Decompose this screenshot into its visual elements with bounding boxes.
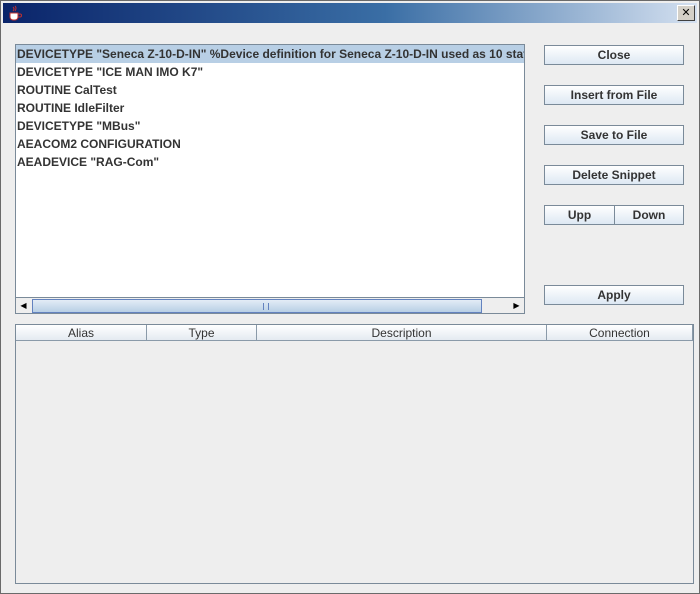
column-header-description[interactable]: Description [257,325,547,341]
move-down-button[interactable]: Down [614,205,684,225]
grip-icon [263,303,269,310]
list-item[interactable]: ROUTINE CalTest [16,81,524,99]
snippet-dialog: ✕ DEVICETYPE "Seneca Z-10-D-IN" %Device … [0,0,700,594]
snippet-list[interactable]: DEVICETYPE "Seneca Z-10-D-IN" %Device de… [15,44,525,314]
save-to-file-button[interactable]: Save to File [544,125,684,145]
list-item[interactable]: ROUTINE IdleFilter [16,99,524,117]
close-icon[interactable]: ✕ [677,5,695,21]
arrow-left-icon[interactable]: ◀ [16,298,31,313]
java-cup-icon [7,5,23,21]
arrow-right-icon[interactable]: ▶ [509,298,524,313]
list-item[interactable]: DEVICETYPE "ICE MAN IMO K7" [16,63,524,81]
list-item[interactable]: DEVICETYPE "Seneca Z-10-D-IN" %Device de… [16,45,524,63]
list-item[interactable]: DEVICETYPE "MBus" [16,117,524,135]
list-item[interactable]: AEADEVICE "RAG-Com" [16,153,524,171]
column-header-connection[interactable]: Connection [547,325,693,341]
alias-table[interactable]: Alias Type Description Connection [15,324,694,584]
move-up-button[interactable]: Upp [544,205,615,225]
scrollbar-thumb[interactable] [32,299,482,313]
close-button[interactable]: Close [544,45,684,65]
column-header-alias[interactable]: Alias [16,325,147,341]
column-header-type[interactable]: Type [147,325,257,341]
horizontal-scrollbar[interactable]: ◀ ▶ [16,297,524,313]
insert-from-file-button[interactable]: Insert from File [544,85,684,105]
apply-button[interactable]: Apply [544,285,684,305]
snippet-list-rows: DEVICETYPE "Seneca Z-10-D-IN" %Device de… [16,45,524,297]
list-item[interactable]: AEACOM2 CONFIGURATION [16,135,524,153]
delete-snippet-button[interactable]: Delete Snippet [544,165,684,185]
table-header: Alias Type Description Connection [16,325,693,342]
title-bar[interactable]: ✕ [3,3,697,23]
